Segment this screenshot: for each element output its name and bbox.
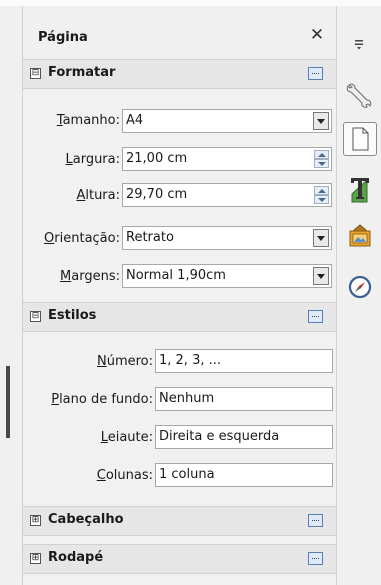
collapse-icon[interactable]: ⊟ [30,311,41,322]
section-formatar-header[interactable]: ⊟ Formatar [23,59,336,89]
section-title: Estilos [48,308,97,323]
numero-label: Número: [96,354,153,369]
leiaute-value: Direita e esquerda [159,429,280,444]
spin-buttons[interactable] [314,186,329,204]
properties-icon[interactable] [343,78,377,112]
spin-down-icon[interactable] [314,195,329,204]
orientacao-value: Retrato [126,230,174,245]
numero-value: 1, 2, 3, ... [159,353,222,368]
page-icon[interactable] [343,122,377,156]
plano-de-fundo-field[interactable]: Nenhum [155,387,333,411]
gallery-icon[interactable] [343,220,377,254]
section-title: Cabeçalho [48,512,124,527]
altura-label: Altura: [76,188,120,203]
deck-title: Página [38,30,88,45]
numero-field[interactable]: 1, 2, 3, ... [155,349,333,373]
spin-up-icon[interactable] [314,186,329,195]
more-options-icon[interactable] [308,552,323,565]
orientacao-select[interactable]: Retrato [122,226,332,250]
margens-label: Margens: [60,269,120,284]
tamanho-value: A4 [126,113,144,128]
leiaute-field[interactable]: Direita e esquerda [155,425,333,449]
altura-value: 29,70 cm [126,187,188,202]
orientacao-label: Orientação: [44,231,120,246]
chevron-down-icon[interactable] [313,229,329,247]
altura-spinbox[interactable]: 29,70 cm [122,183,332,207]
section-cabecalho-header[interactable]: ⊞ Cabeçalho [23,506,336,536]
close-icon[interactable]: ✕ [307,24,327,46]
spin-buttons[interactable] [314,150,329,168]
collapse-icon[interactable]: ⊟ [30,68,41,79]
largura-spinbox[interactable]: 21,00 cm [122,147,332,171]
section-title: Formatar [48,65,116,80]
more-options-icon[interactable] [308,67,323,80]
sidebar-menu-icon[interactable] [343,28,377,62]
document-edge [0,6,22,585]
expand-icon[interactable]: ⊞ [30,553,41,564]
leiaute-label: Leiaute: [100,430,153,445]
colunas-field[interactable]: 1 coluna [155,463,333,487]
sidebar-tab-bar [336,6,381,585]
spin-down-icon[interactable] [314,159,329,168]
navigator-icon[interactable] [343,270,377,304]
largura-value: 21,00 cm [126,151,188,166]
sidebar-deck: Página ✕ ⊟ Formatar Tamanho: A4 Largura:… [22,6,336,585]
tamanho-select[interactable]: A4 [122,109,332,133]
chevron-down-icon[interactable] [313,267,329,285]
sidebar-splitter-handle[interactable] [6,366,10,438]
margens-value: Normal 1,90cm [126,268,226,283]
spin-up-icon[interactable] [314,150,329,159]
plano-de-fundo-value: Nenhum [159,391,215,406]
colunas-value: 1 coluna [159,467,215,482]
section-rodape-header[interactable]: ⊞ Rodapé [23,544,336,574]
colunas-label: Colunas: [96,468,153,483]
tamanho-label: Tamanho: [56,113,120,128]
more-options-icon[interactable] [308,310,323,323]
deck-title-bar: Página ✕ [23,6,336,59]
largura-label: Largura: [65,152,120,167]
styles-icon[interactable] [343,172,377,206]
plano-de-fundo-label: Plano de fundo: [51,392,153,407]
chevron-down-icon[interactable] [313,112,329,130]
more-options-icon[interactable] [308,514,323,527]
section-title: Rodapé [48,550,104,565]
section-estilos-header[interactable]: ⊟ Estilos [23,302,336,332]
margens-select[interactable]: Normal 1,90cm [122,264,332,288]
expand-icon[interactable]: ⊞ [30,515,41,526]
